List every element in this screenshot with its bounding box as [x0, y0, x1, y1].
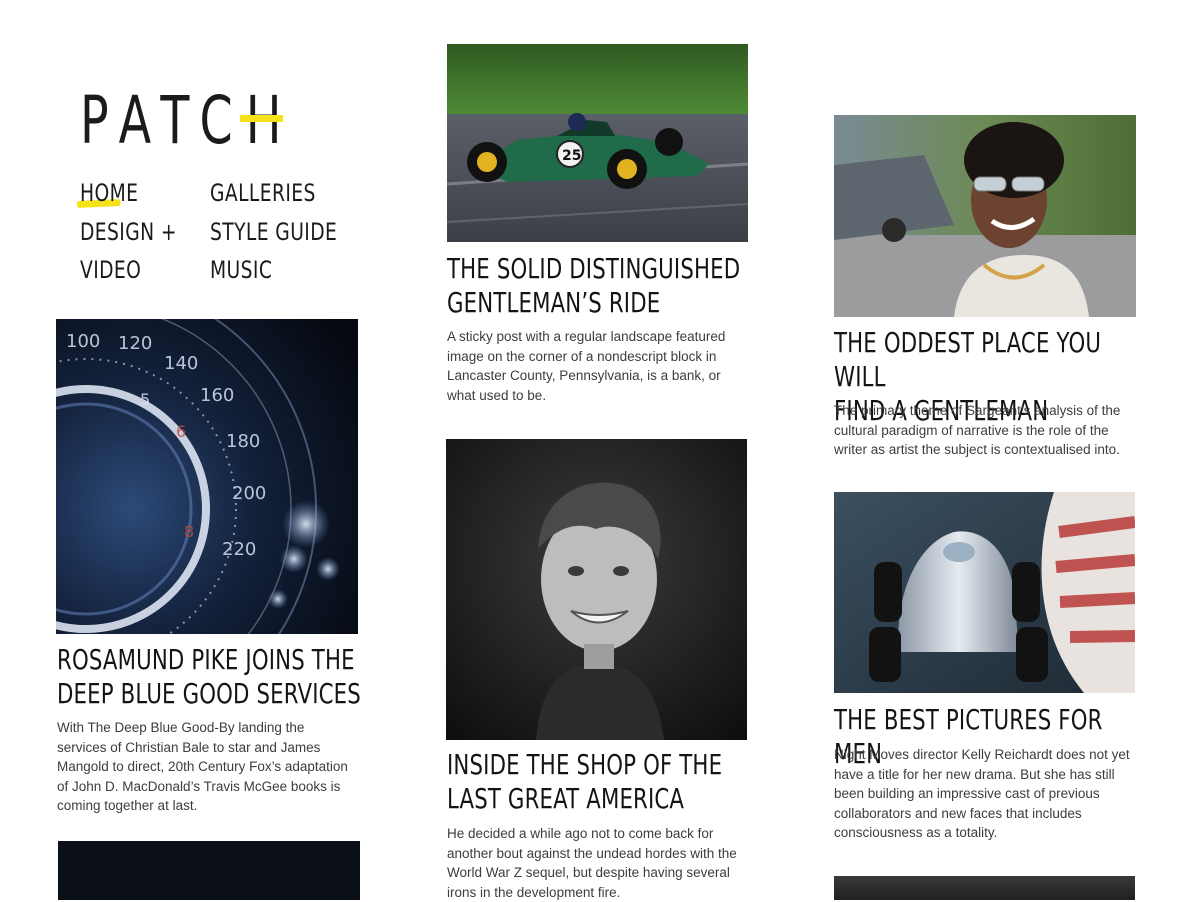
post-title[interactable]: INSIDE THE SHOP OF THE LAST GREAT AMERIC… — [447, 748, 751, 816]
post-excerpt: With The Deep Blue Good-By landing the s… — [57, 720, 348, 813]
nav-item-video[interactable]: VIDEO — [80, 255, 141, 285]
portrait-woman-illustration — [834, 115, 1136, 317]
post-image-silver-race-car[interactable] — [834, 492, 1135, 693]
post-image-smiling-woman[interactable] — [834, 115, 1136, 317]
post-image-partial[interactable] — [58, 841, 360, 900]
nav-item-music[interactable]: MUSIC — [210, 255, 272, 285]
gauge-label: 140 — [164, 353, 198, 374]
post-excerpt: He decided a while ago not to come back … — [447, 826, 737, 900]
gauge-label: 220 — [222, 539, 256, 560]
car-number: 25 — [562, 148, 581, 164]
gauge-label: 160 — [200, 385, 234, 406]
post-excerpt: Night Moves director Kelly Reichardt doe… — [834, 747, 1130, 840]
site-logo[interactable]: PATCH — [80, 88, 294, 154]
gauge-label: 8 — [184, 522, 194, 541]
gauge-label: 5 — [140, 390, 150, 409]
post-title[interactable]: ROSAMUND PIKE JOINS THE DEEP BLUE GOOD S… — [57, 643, 361, 711]
gauge-label: 180 — [226, 431, 260, 452]
gauge-label: 6 — [176, 422, 186, 441]
nav-item-galleries[interactable]: GALLERIES — [210, 178, 316, 208]
post-excerpt: A sticky post with a regular landscape f… — [447, 329, 726, 403]
race-car-illustration: 25 — [447, 44, 748, 242]
post-image-speedometer[interactable]: 100 120 140 160 180 200 220 5 6 8 — [56, 319, 358, 634]
speedometer-illustration: 100 120 140 160 180 200 220 5 6 8 — [56, 319, 358, 634]
post-image-smiling-man[interactable] — [446, 439, 747, 740]
logo-accent-bar — [239, 115, 283, 122]
nav-item-style-guide[interactable]: STYLE GUIDE — [210, 217, 337, 247]
silver-car-illustration — [834, 492, 1135, 693]
logo-text: PATC — [80, 82, 246, 159]
post-title[interactable]: THE SOLID DISTINGUISHED GENTLEMAN’S RIDE — [447, 252, 751, 320]
post-image-partial[interactable] — [834, 876, 1135, 900]
portrait-man-illustration — [446, 439, 747, 740]
nav-item-home[interactable]: HOME — [76, 178, 138, 208]
logo-h-mark: H — [239, 88, 295, 154]
gauge-label: 100 — [66, 331, 100, 352]
gauge-label: 200 — [232, 483, 266, 504]
nav-item-design[interactable]: DESIGN + — [80, 217, 177, 247]
gauge-label: 120 — [118, 333, 152, 354]
post-excerpt: The primary theme of Sargeant’s analysis… — [834, 403, 1121, 457]
post-image-race-car[interactable]: 25 — [447, 44, 748, 242]
